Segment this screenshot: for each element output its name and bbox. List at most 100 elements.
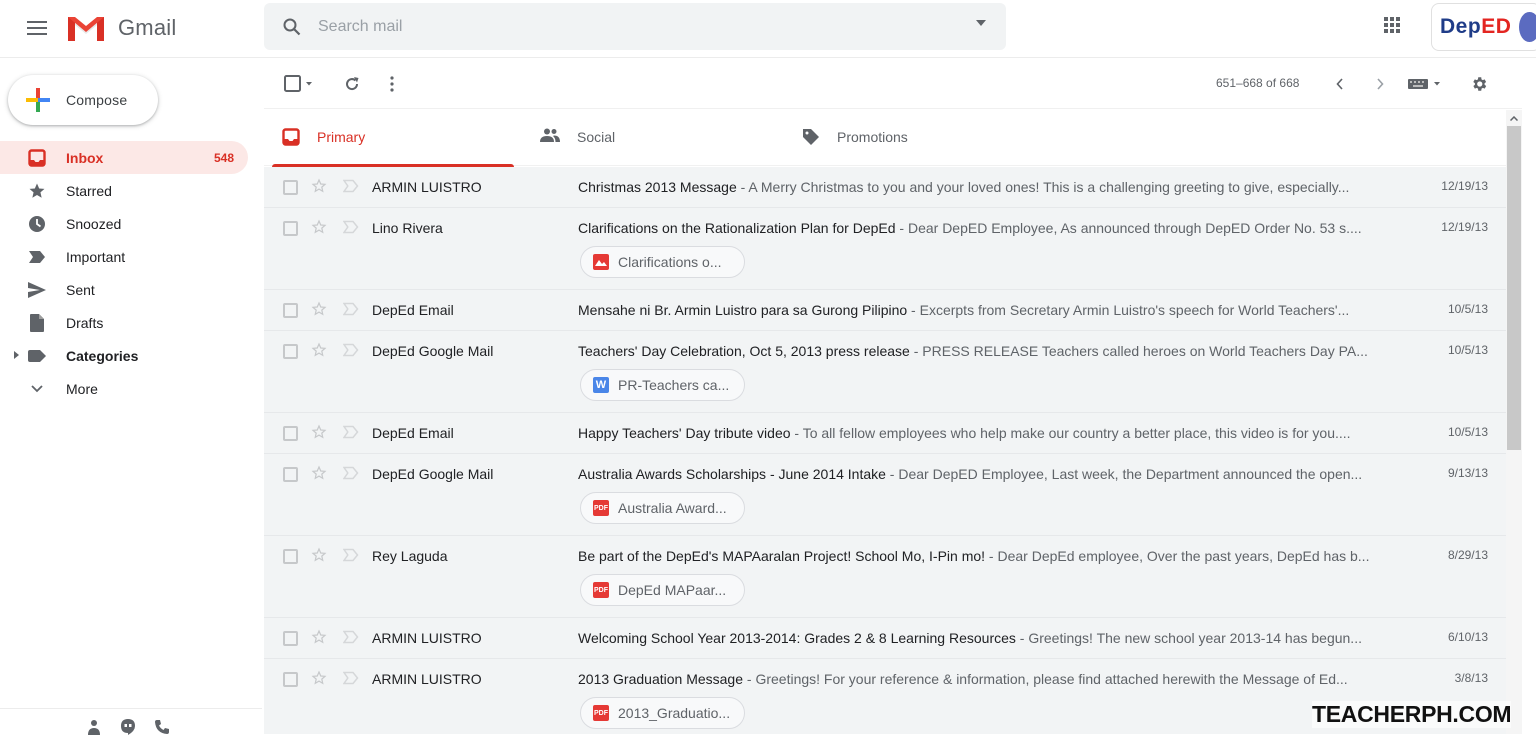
sidebar-item-inbox[interactable]: Inbox 548 <box>0 141 248 174</box>
email-sender: ARMIN LUISTRO <box>372 179 482 195</box>
app-name: Gmail <box>118 15 177 40</box>
email-row[interactable]: ARMIN LUISTRO Christmas 2013 Message - A … <box>264 167 1506 208</box>
row-checkbox[interactable] <box>283 467 298 482</box>
sidebar-item-sent[interactable]: Sent <box>0 273 248 306</box>
phone-icon[interactable] <box>154 719 170 735</box>
email-subject: Australia Awards Scholarships - June 201… <box>578 466 886 482</box>
attachment-name: 2013_Graduatio... <box>618 705 731 721</box>
sidebar-item-snoozed[interactable]: Snoozed <box>0 207 248 240</box>
star-icon[interactable] <box>311 178 327 194</box>
settings-button[interactable] <box>1468 73 1490 95</box>
older-button[interactable] <box>1370 74 1390 94</box>
draft-icon <box>28 313 46 332</box>
checkbox-icon <box>284 75 312 92</box>
important-marker-icon[interactable] <box>343 179 359 193</box>
sidebar-item-starred[interactable]: Starred <box>0 174 248 207</box>
star-icon[interactable] <box>311 629 327 645</box>
sidebar-footer <box>0 708 262 735</box>
attachment-chip[interactable]: PDF 2013_Graduatio... <box>580 697 745 729</box>
attachment-chip[interactable]: PDF DepEd MAPaar... <box>580 574 745 606</box>
row-checkbox[interactable] <box>283 631 298 646</box>
star-icon[interactable] <box>311 342 327 358</box>
important-icon <box>28 248 46 266</box>
email-row[interactable]: DepEd Google Mail Teachers' Day Celebrati… <box>264 331 1506 413</box>
tab-primary[interactable]: Primary <box>264 110 514 167</box>
search-bar[interactable] <box>264 3 1006 50</box>
sidebar-item-more[interactable]: More <box>0 372 248 405</box>
email-row[interactable]: DepEd Email Mensahe ni Br. Armin Luistro … <box>264 290 1506 331</box>
scrollbar-thumb[interactable] <box>1507 126 1521 450</box>
star-icon[interactable] <box>311 465 327 481</box>
important-marker-icon[interactable] <box>343 425 359 439</box>
input-tools-button[interactable] <box>1406 74 1444 94</box>
email-sender: ARMIN LUISTRO <box>372 671 482 687</box>
email-date: 9/13/13 <box>1447 466 1488 480</box>
account-switcher[interactable]: DepED <box>1431 3 1536 51</box>
google-apps-button[interactable] <box>1382 15 1406 39</box>
row-checkbox[interactable] <box>283 344 298 359</box>
newer-button[interactable] <box>1330 74 1350 94</box>
label-icon <box>28 347 46 365</box>
row-checkbox[interactable] <box>283 549 298 564</box>
email-row[interactable]: ARMIN LUISTRO Welcoming School Year 2013-… <box>264 618 1506 659</box>
gmail-logo[interactable]: Gmail <box>66 10 176 46</box>
people-icon <box>540 128 560 142</box>
important-marker-icon[interactable] <box>343 343 359 357</box>
important-marker-icon[interactable] <box>343 466 359 480</box>
search-options-button[interactable] <box>976 20 986 26</box>
row-checkbox[interactable] <box>283 180 298 195</box>
attachment-chip[interactable]: Clarifications o... <box>580 246 745 278</box>
search-input[interactable] <box>318 17 938 36</box>
sidebar-item-important[interactable]: Important <box>0 240 248 273</box>
attachment-chip[interactable]: PDF Australia Award... <box>580 492 745 524</box>
tab-promotions[interactable]: Promotions <box>784 110 1034 166</box>
more-actions-button[interactable] <box>384 74 400 94</box>
expand-arrow-icon[interactable] <box>14 351 19 359</box>
email-subject: 2013 Graduation Message <box>578 671 743 687</box>
tab-social[interactable]: Social <box>522 110 772 166</box>
refresh-button[interactable] <box>342 74 362 94</box>
email-row[interactable]: DepEd Email Happy Teachers' Day tribute v… <box>264 413 1506 454</box>
email-subject-line: Welcoming School Year 2013-2014: Grades … <box>578 630 1398 646</box>
important-marker-icon[interactable] <box>343 302 359 316</box>
email-sender: DepEd Email <box>372 425 454 441</box>
search-button[interactable] <box>280 15 304 39</box>
avatar[interactable] <box>1519 12 1536 42</box>
row-checkbox[interactable] <box>283 672 298 687</box>
email-row[interactable]: Lino Rivera Clarifications on the Rationa… <box>264 208 1506 290</box>
more-vert-icon <box>390 76 394 92</box>
row-checkbox[interactable] <box>283 303 298 318</box>
select-all-checkbox[interactable] <box>280 74 316 94</box>
email-snippet: - Greetings! The new school year 2013-14… <box>1015 630 1362 646</box>
plus-icon <box>26 88 50 112</box>
clock-icon <box>28 215 46 233</box>
hamburger-icon <box>27 21 47 35</box>
row-checkbox[interactable] <box>283 426 298 441</box>
sidebar-item-categories[interactable]: Categories <box>0 339 248 372</box>
main-menu-button[interactable] <box>22 14 52 42</box>
important-marker-icon[interactable] <box>343 220 359 234</box>
important-marker-icon[interactable] <box>343 630 359 644</box>
star-icon[interactable] <box>311 670 327 686</box>
compose-label: Compose <box>66 92 128 108</box>
attachment-chip[interactable]: W PR-Teachers ca... <box>580 369 745 401</box>
compose-button[interactable]: Compose <box>8 75 158 125</box>
email-row[interactable]: Rey Laguda Be part of the DepEd's MAPAara… <box>264 536 1506 618</box>
contacts-icon[interactable] <box>86 719 102 735</box>
email-snippet: - Dear DepED Employee, Last week, the De… <box>885 466 1363 482</box>
sidebar-item-drafts[interactable]: Drafts <box>0 306 248 339</box>
row-checkbox[interactable] <box>283 221 298 236</box>
star-icon[interactable] <box>311 547 327 563</box>
important-marker-icon[interactable] <box>343 671 359 685</box>
inbox-unread-count: 548 <box>213 150 234 165</box>
word-doc-icon: W <box>593 377 609 393</box>
email-row[interactable]: DepEd Google Mail Australia Awards Schola… <box>264 454 1506 536</box>
important-marker-icon[interactable] <box>343 548 359 562</box>
top-header: Gmail DepED <box>0 0 1536 58</box>
scroll-up-button[interactable] <box>1506 110 1522 126</box>
gmail-m-icon <box>68 17 104 41</box>
star-icon[interactable] <box>311 219 327 235</box>
star-icon[interactable] <box>311 301 327 317</box>
star-icon[interactable] <box>311 424 327 440</box>
hangouts-icon[interactable] <box>120 719 136 735</box>
